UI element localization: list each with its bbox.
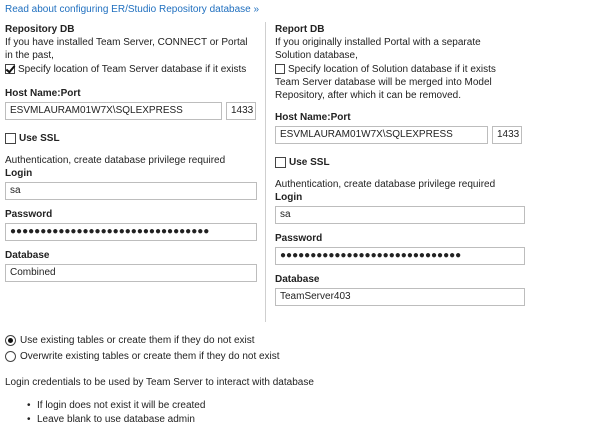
configure-repository-link[interactable]: Read about configuring ER/Studio Reposit…: [5, 4, 259, 15]
report-login-input[interactable]: sa: [275, 206, 525, 224]
checkbox-unchecked-icon[interactable]: [5, 133, 16, 144]
report-db-heading: Report DB: [275, 24, 325, 35]
report-login-label: Login: [275, 192, 303, 203]
repository-specify-location-checkbox[interactable]: Specify location of Team Server database…: [5, 63, 257, 76]
report-merge-note: Team Server database will be merged into…: [275, 77, 492, 101]
radio-selected-icon[interactable]: [5, 335, 16, 346]
report-specify-location-label: Specify location of Solution database if…: [288, 64, 496, 75]
repository-db-heading: Repository DB: [5, 24, 75, 35]
repository-port-input[interactable]: 1433: [226, 102, 256, 120]
repository-use-ssl-label: Use SSL: [19, 133, 60, 144]
radio-unselected-icon[interactable]: [5, 351, 16, 362]
report-use-ssl-label: Use SSL: [289, 157, 330, 168]
report-db-section: Report DB If you originally installed Po…: [275, 23, 525, 306]
overwrite-tables-option[interactable]: Overwrite existing tables or create them…: [5, 350, 280, 363]
report-database-label: Database: [275, 274, 320, 285]
report-host-input[interactable]: ESVMLAURAM01W7X\SQLEXPRESS: [275, 126, 488, 144]
checkbox-unchecked-icon[interactable]: [275, 157, 286, 168]
use-existing-tables-option[interactable]: Use existing tables or create them if th…: [5, 334, 255, 347]
report-password-input[interactable]: ●●●●●●●●●●●●●●●●●●●●●●●●●●●●●●: [275, 247, 525, 265]
repository-specify-location-label: Specify location of Team Server database…: [18, 64, 247, 75]
repository-use-ssl-checkbox[interactable]: Use SSL: [5, 132, 257, 145]
repository-db-section: Repository DB If you have installed Team…: [5, 23, 257, 282]
repository-database-label: Database: [5, 250, 50, 261]
report-password-label: Password: [275, 233, 323, 244]
repository-auth-note: Authentication, create database privileg…: [5, 155, 226, 166]
report-db-description: If you originally installed Portal with …: [275, 37, 481, 61]
overwrite-tables-label: Overwrite existing tables or create them…: [20, 351, 280, 362]
report-database-input[interactable]: TeamServer403: [275, 288, 525, 306]
repository-login-input[interactable]: sa: [5, 182, 257, 200]
checkbox-unchecked-icon[interactable]: [275, 64, 285, 74]
repository-db-description: If you have installed Team Server, CONNE…: [5, 37, 248, 61]
report-specify-location-checkbox[interactable]: Specify location of Solution database if…: [275, 63, 525, 76]
list-item: • If login does not exist it will be cre…: [27, 400, 206, 411]
use-existing-tables-label: Use existing tables or create them if th…: [20, 335, 255, 346]
repository-host-label: Host Name:Port: [5, 88, 81, 99]
repository-host-input[interactable]: ESVMLAURAM01W7X\SQLEXPRESS: [5, 102, 222, 120]
checkbox-checked-icon[interactable]: [5, 64, 15, 74]
repository-login-label: Login: [5, 168, 33, 179]
report-host-label: Host Name:Port: [275, 112, 351, 123]
list-item: • Leave blank to use database admin: [27, 414, 195, 425]
report-port-input[interactable]: 1433: [492, 126, 522, 144]
repository-password-label: Password: [5, 209, 53, 220]
report-use-ssl-checkbox[interactable]: Use SSL: [275, 156, 525, 169]
credentials-note: Login credentials to be used by Team Ser…: [5, 377, 314, 388]
bullet-dot-icon: •: [27, 414, 31, 425]
credentials-bullet-list: • If login does not exist it will be cre…: [27, 399, 205, 427]
column-divider: [265, 22, 266, 322]
repository-password-input[interactable]: ●●●●●●●●●●●●●●●●●●●●●●●●●●●●●●●●●: [5, 223, 257, 241]
repository-database-input[interactable]: Combined: [5, 264, 257, 282]
bullet-dot-icon: •: [27, 400, 31, 411]
report-auth-note: Authentication, create database privileg…: [275, 179, 496, 190]
